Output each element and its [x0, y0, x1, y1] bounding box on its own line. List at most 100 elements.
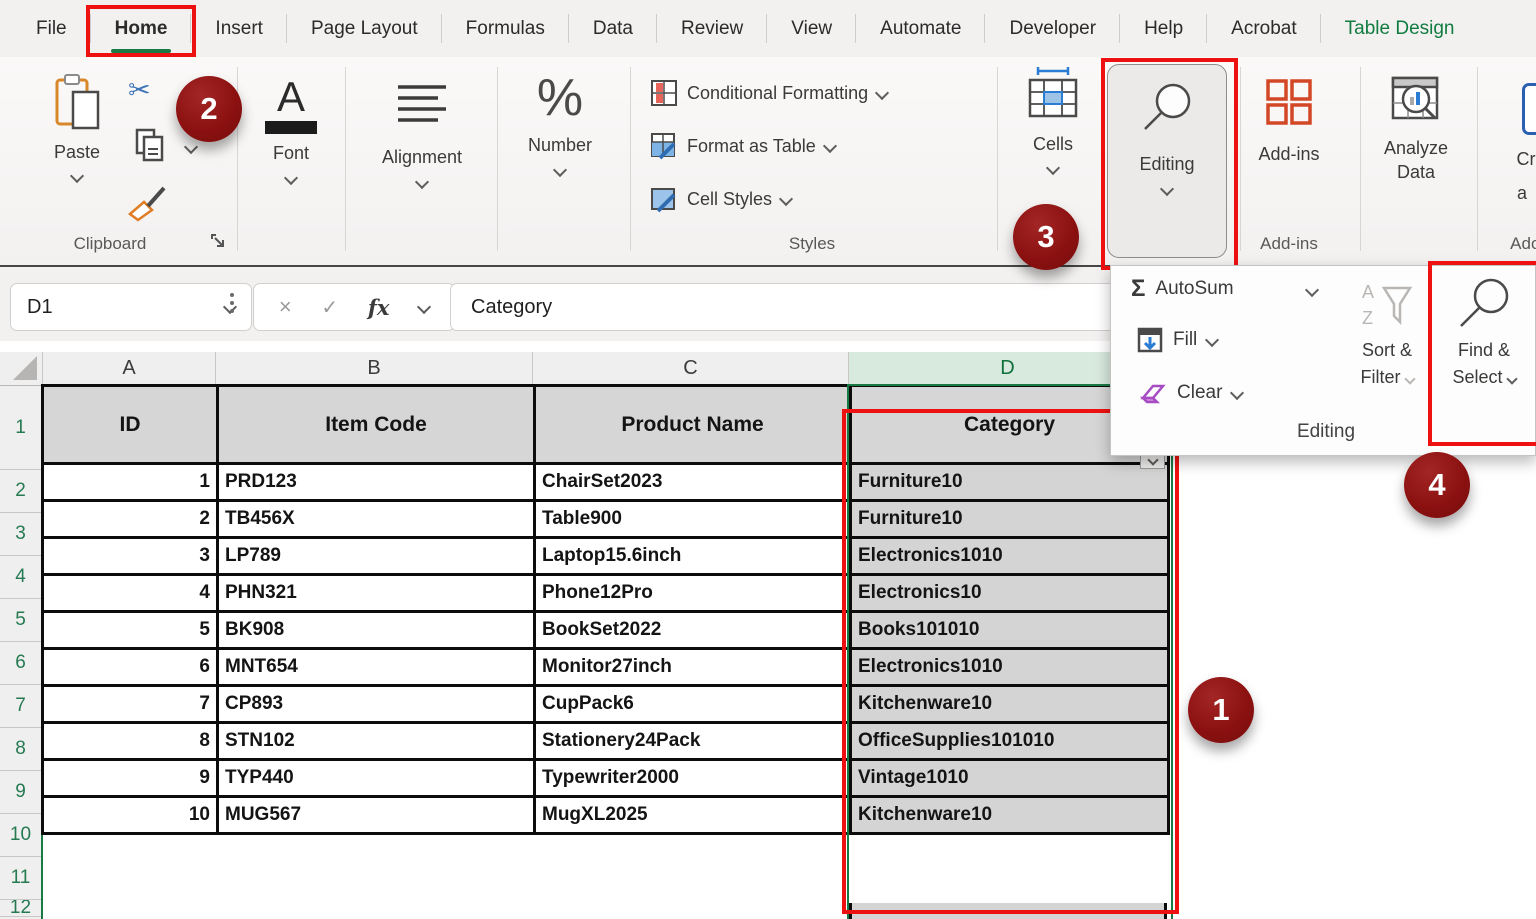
cell[interactable]: Phone12Pro — [535, 575, 851, 612]
cell[interactable]: STN102 — [218, 723, 535, 760]
cell[interactable]: 4 — [43, 575, 218, 612]
cell[interactable]: Monitor27inch — [535, 649, 851, 686]
row-header-4[interactable]: 4 — [0, 556, 41, 599]
cell[interactable]: BookSet2022 — [535, 612, 851, 649]
clear-button[interactable]: Clear — [1139, 380, 1242, 406]
sort-filter-button[interactable]: A Z Sort & Filter — [1349, 280, 1425, 391]
addins-button[interactable]: Add-ins — [1253, 77, 1325, 165]
select-all-corner[interactable] — [0, 352, 43, 386]
autosum-button[interactable]: Σ AutoSum — [1131, 275, 1234, 303]
find-select-button[interactable]: Find & Select — [1443, 276, 1525, 391]
tab-help[interactable]: Help — [1120, 0, 1207, 57]
cut-icon[interactable]: ✂ — [128, 75, 151, 106]
cell[interactable]: TB456X — [218, 501, 535, 538]
row-header-3[interactable]: 3 — [0, 513, 41, 556]
cell[interactable]: Electronics10 — [851, 575, 1169, 612]
cells-group-button[interactable]: Cells — [1018, 67, 1088, 178]
cell[interactable]: 8 — [43, 723, 218, 760]
cancel-entry-icon[interactable]: × — [279, 294, 292, 320]
tab-page-layout[interactable]: Page Layout — [287, 0, 442, 57]
tab-review[interactable]: Review — [657, 0, 767, 57]
tab-table-design[interactable]: Table Design — [1321, 0, 1479, 57]
conditional-formatting-button[interactable]: Conditional Formatting — [650, 79, 887, 107]
alignment-group-button[interactable]: Alignment — [378, 82, 466, 192]
tab-home[interactable]: Home — [91, 0, 192, 57]
row-header-10[interactable]: 10 — [0, 814, 41, 857]
tab-formulas[interactable]: Formulas — [442, 0, 569, 57]
cell[interactable]: 1 — [43, 464, 218, 501]
header-cell[interactable]: Item Code — [218, 386, 535, 464]
cell[interactable]: Electronics1010 — [851, 538, 1169, 575]
column-header-b[interactable]: B — [216, 352, 533, 386]
number-group-button[interactable]: % Number — [520, 69, 600, 180]
confirm-entry-icon[interactable]: ✓ — [321, 295, 338, 320]
cell[interactable]: CP893 — [218, 686, 535, 723]
cell[interactable]: BK908 — [218, 612, 535, 649]
cell[interactable]: TYP440 — [218, 760, 535, 797]
cell[interactable]: Furniture10 — [851, 501, 1169, 538]
tab-insert[interactable]: Insert — [191, 0, 287, 57]
paste-dropdown-chevron[interactable] — [70, 169, 84, 183]
cell[interactable]: Kitchenware10 — [851, 686, 1169, 723]
cell[interactable]: Books101010 — [851, 612, 1169, 649]
cell[interactable]: 2 — [43, 501, 218, 538]
cell[interactable]: LP789 — [218, 538, 535, 575]
cell[interactable]: PHN321 — [218, 575, 535, 612]
header-cell[interactable]: Product Name — [535, 386, 851, 464]
cell[interactable]: 7 — [43, 686, 218, 723]
cell[interactable]: Stationery24Pack — [535, 723, 851, 760]
cell[interactable]: 6 — [43, 649, 218, 686]
tab-acrobat[interactable]: Acrobat — [1207, 0, 1320, 57]
cell-styles-button[interactable]: Cell Styles — [650, 185, 791, 213]
cell[interactable]: CupPack6 — [535, 686, 851, 723]
cell[interactable]: Electronics1010 — [851, 649, 1169, 686]
cell[interactable]: MugXL2025 — [535, 797, 851, 834]
cell[interactable]: Vintage1010 — [851, 760, 1169, 797]
copy-dropdown-chevron[interactable] — [184, 140, 198, 154]
column-header-a[interactable]: A — [43, 352, 216, 386]
row-header-5[interactable]: 5 — [0, 599, 41, 642]
cell[interactable]: Typewriter2000 — [535, 760, 851, 797]
column-header-c[interactable]: C — [533, 352, 849, 386]
fill-button[interactable]: Fill — [1137, 327, 1217, 353]
formula-bar-drag-handle[interactable] — [230, 293, 234, 313]
cell[interactable]: ChairSet2023 — [535, 464, 851, 501]
tab-automate[interactable]: Automate — [856, 0, 985, 57]
copy-icon[interactable] — [134, 127, 166, 163]
insert-function-icon[interactable]: fx — [368, 295, 390, 320]
tab-developer[interactable]: Developer — [985, 0, 1120, 57]
row-header-12[interactable]: 12 — [0, 900, 41, 917]
cell[interactable]: PRD123 — [218, 464, 535, 501]
tab-file[interactable]: File — [12, 0, 91, 57]
cell[interactable]: OfficeSupplies101010 — [851, 723, 1169, 760]
cell[interactable]: Kitchenware10 — [851, 797, 1169, 834]
cell[interactable]: Furniture10 — [851, 464, 1169, 501]
format-painter-icon[interactable] — [126, 182, 168, 222]
font-group-button[interactable]: A Font — [258, 75, 324, 188]
row-header-8[interactable]: 8 — [0, 728, 41, 771]
cell[interactable]: 3 — [43, 538, 218, 575]
format-as-table-button[interactable]: Format as Table — [650, 132, 835, 160]
clipboard-dialog-launcher-icon[interactable] — [210, 233, 226, 249]
row-header-7[interactable]: 7 — [0, 685, 41, 728]
row-header-2[interactable]: 2 — [0, 470, 41, 513]
cell[interactable]: MUG567 — [218, 797, 535, 834]
cell[interactable]: 5 — [43, 612, 218, 649]
cell[interactable]: Laptop15.6inch — [535, 538, 851, 575]
row-header-11[interactable]: 11 — [0, 857, 41, 900]
tab-data[interactable]: Data — [569, 0, 657, 57]
autosum-chevron[interactable] — [1305, 283, 1319, 297]
row-header-6[interactable]: 6 — [0, 642, 41, 685]
cell[interactable]: Table900 — [535, 501, 851, 538]
editing-group-button[interactable]: Editing — [1107, 64, 1227, 258]
row-header-9[interactable]: 9 — [0, 771, 41, 814]
name-box[interactable]: D1 — [10, 283, 252, 331]
fx-chevron[interactable] — [417, 300, 431, 314]
cell[interactable]: 9 — [43, 760, 218, 797]
analyze-data-button[interactable]: Analyze Data — [1378, 75, 1454, 183]
row-header-1[interactable]: 1 — [0, 386, 41, 470]
header-cell[interactable]: ID — [43, 386, 218, 464]
cell[interactable]: MNT654 — [218, 649, 535, 686]
cell[interactable]: 10 — [43, 797, 218, 834]
paste-button[interactable]: Paste — [42, 72, 112, 186]
